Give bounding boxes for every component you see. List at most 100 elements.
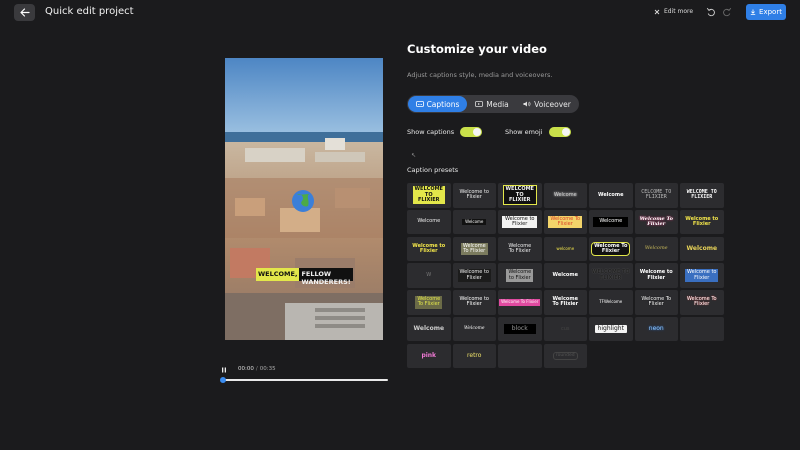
caption-preset-text: Welcome To Flixier <box>415 296 443 309</box>
caption-preset-text: rounded <box>552 351 578 361</box>
caption-preset-tile[interactable]: Welcome <box>452 209 496 235</box>
caption-preset-tile[interactable]: Welcome to Flixier <box>452 183 496 208</box>
caption-preset-text: Welcome <box>417 218 441 225</box>
undo-icon[interactable] <box>706 7 716 17</box>
time-display: 00:00/00:35 <box>238 366 276 372</box>
caption-preset-tile[interactable]: Welcome to Flixier <box>407 236 451 262</box>
caption-preset-tile[interactable]: cus <box>543 316 587 342</box>
caption-preset-text: W <box>426 272 432 279</box>
caption-preset-text: Welcome to Flixier <box>506 269 534 282</box>
caption-preset-tile[interactable]: Welcome To Flixier <box>407 290 451 315</box>
caption-preset-tile[interactable]: WELCOME TO FLIXIER <box>498 183 542 208</box>
caption-preset-tile[interactable]: welcome <box>543 236 587 262</box>
caption-preset-tile[interactable]: Welcome <box>680 236 724 262</box>
city-aerial-image <box>225 58 383 340</box>
caption-preset-tile[interactable]: Welcome <box>589 209 633 235</box>
pause-icon[interactable] <box>221 367 227 373</box>
caption-preset-tile[interactable]: Welcome To Flixier <box>498 236 542 262</box>
scrubber-handle[interactable] <box>220 377 226 383</box>
top-bar: Quick edit project Edit more Export <box>0 0 800 26</box>
caption-preset-tile[interactable]: WELCOME TO FLIXIER <box>407 183 451 208</box>
edit-more-button[interactable]: Edit more <box>654 8 693 15</box>
caption-preset-tile[interactable]: Welcome To Flixier <box>589 236 633 262</box>
show-captions-row: Show captions <box>407 127 483 137</box>
caption-highlight-word: WELCOME, <box>256 268 300 281</box>
caption-preset-text: CELCOME TO FLIXIER <box>641 189 672 201</box>
caption-preset-text: WELCOME TO FLIXIER <box>412 186 445 205</box>
caption-preset-tile[interactable]: Welcome To Flixier <box>452 236 496 262</box>
show-emoji-toggle[interactable] <box>548 127 571 137</box>
caption-preset-text: Welcome <box>463 325 485 331</box>
caption-preset-text: Welcome <box>413 325 445 333</box>
caption-preset-text: Welcome to Flixier <box>457 269 491 282</box>
caption-preset-tile[interactable]: Welcome to Flixier <box>452 290 496 315</box>
caption-preset-tile[interactable]: Welcome To Flixier <box>634 290 678 315</box>
caption-preset-text: Welcome To Flixier <box>499 299 541 306</box>
tab-captions[interactable]: Captions <box>408 96 467 112</box>
caption-preset-tile[interactable]: W <box>407 263 451 288</box>
caption-preset-text: Welcome to Flixier <box>502 215 538 229</box>
caption-preset-text: TFWelcome <box>599 299 623 305</box>
caption-preset-tile[interactable] <box>680 316 724 342</box>
timeline-scrubber[interactable] <box>222 379 388 381</box>
time-separator: / <box>255 366 258 372</box>
caption-preset-tile[interactable]: WELCOME TO FLIXIER <box>589 263 633 288</box>
show-captions-toggle[interactable] <box>460 127 483 137</box>
cursor-icon: ↖ <box>411 152 417 159</box>
caption-preset-text: Welcome <box>593 217 629 227</box>
caption-preset-tile[interactable]: pink <box>407 343 451 369</box>
caption-preset-tile[interactable]: rounded <box>543 343 587 369</box>
caption-presets-label: Caption presets <box>407 166 459 174</box>
caption-preset-tile[interactable]: Welcome To Flixier <box>634 209 678 235</box>
caption-preset-tile[interactable]: Welcome to Flixier <box>634 263 678 288</box>
caption-preset-tile[interactable]: CELCOME TO FLIXIER <box>634 183 678 208</box>
captions-icon <box>415 101 424 107</box>
caption-preset-tile[interactable]: highlight <box>589 316 633 342</box>
caption-preset-text: Welcome To Flixier <box>686 296 717 308</box>
caption-preset-tile[interactable]: Welcome To Flixier <box>543 290 587 315</box>
caption-preset-tile[interactable]: Welcome to Flixier <box>680 209 724 235</box>
caption-preset-tile[interactable]: Welcome to Flixier <box>680 263 724 288</box>
tab-bar: Captions Media Voiceover <box>407 95 579 113</box>
panel-heading: Customize your video <box>407 42 547 56</box>
caption-overlay: WELCOME, FELLOW WANDERERS! <box>256 268 353 286</box>
tab-voiceover[interactable]: Voiceover <box>519 96 575 112</box>
caption-preset-tile[interactable] <box>498 343 542 369</box>
edit-more-label: Edit more <box>664 8 694 15</box>
caption-preset-tile[interactable]: block <box>498 316 542 342</box>
show-captions-label: Show captions <box>407 128 455 136</box>
caption-preset-tile[interactable]: Welcome to Flixier <box>498 209 542 235</box>
caption-preset-tile[interactable]: Welcome To Flixier <box>543 209 587 235</box>
caption-preset-tile[interactable]: Welcome To Flixier <box>680 290 724 315</box>
export-button[interactable]: Export <box>746 4 786 20</box>
caption-preset-tile[interactable]: neon <box>634 316 678 342</box>
caption-preset-text: Welcome to Flixier <box>412 242 446 254</box>
caption-preset-text: cus <box>560 325 570 332</box>
caption-preset-tile[interactable]: Welcome to Flixier <box>498 263 542 288</box>
media-icon <box>475 101 484 107</box>
caption-preset-tile[interactable]: Welcome <box>407 209 451 235</box>
caption-preset-tile[interactable]: Welcome <box>634 236 678 262</box>
caption-preset-text: Welcome <box>686 244 718 252</box>
show-emoji-label: Show emoji <box>505 128 543 136</box>
caption-preset-tile[interactable]: Welcome <box>589 183 633 208</box>
tab-captions-label: Captions <box>426 99 460 109</box>
caption-preset-text: Welcome To Flixier <box>548 215 583 229</box>
video-preview[interactable] <box>225 58 383 340</box>
caption-preset-text: Welcome to Flixier <box>459 189 489 201</box>
caption-preset-tile[interactable]: Welcome <box>407 316 451 342</box>
caption-preset-tile[interactable]: retro <box>452 343 496 369</box>
caption-preset-tile[interactable]: WELCOME TO FLIXIER <box>680 183 724 208</box>
tab-media[interactable]: Media <box>471 96 513 112</box>
caption-preset-tile[interactable]: Welcome To Flixier <box>498 290 542 315</box>
caption-preset-tile[interactable]: Welcome to Flixier <box>452 263 496 288</box>
caption-preset-tile[interactable]: Welcome <box>543 183 587 208</box>
back-button[interactable] <box>14 4 35 21</box>
caption-preset-tile[interactable]: TFWelcome <box>589 290 633 315</box>
redo-icon[interactable] <box>722 7 732 17</box>
current-time: 00:00 <box>238 366 254 372</box>
caption-preset-text: WELCOME TO FLIXIER <box>686 189 717 201</box>
caption-preset-text: Welcome <box>552 272 578 279</box>
caption-preset-tile[interactable]: Welcome <box>452 316 496 342</box>
caption-preset-tile[interactable]: Welcome <box>543 263 587 288</box>
